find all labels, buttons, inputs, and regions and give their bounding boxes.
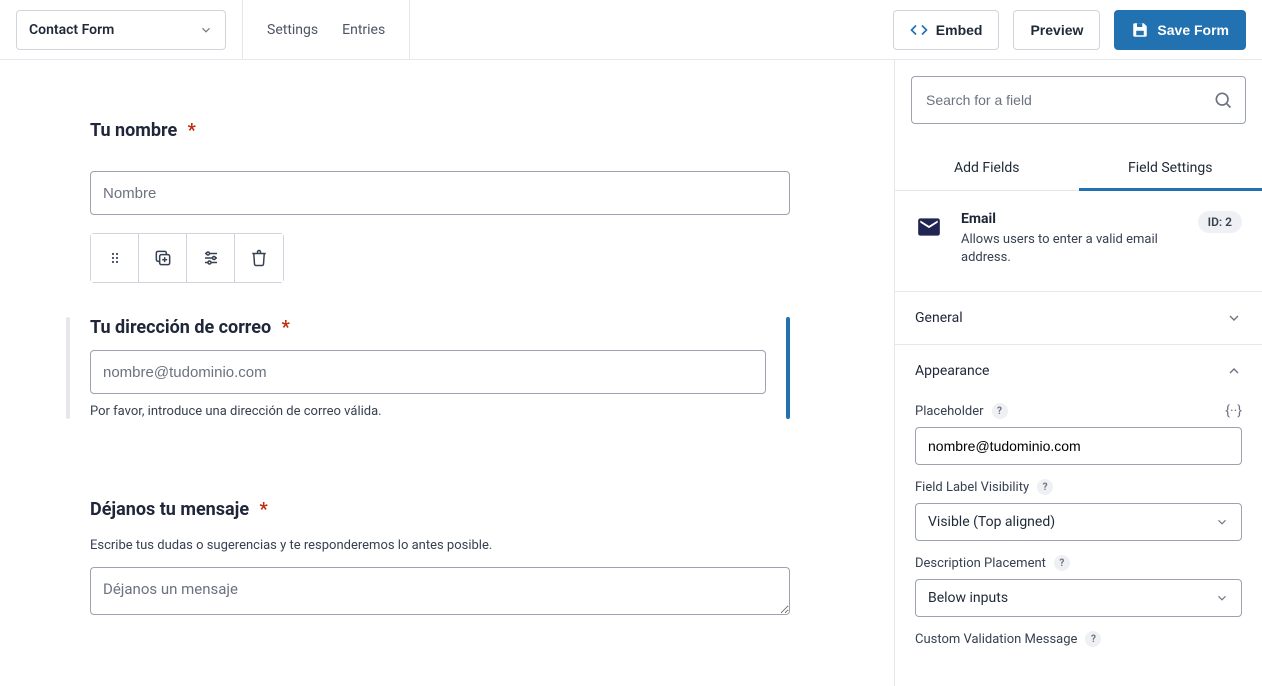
field-id-badge: ID: 2 (1198, 211, 1242, 233)
field-type-desc: Allows users to enter a valid email addr… (961, 231, 1161, 267)
form-selector[interactable]: Contact Form (16, 10, 226, 50)
section-general: General (895, 292, 1262, 345)
label-visibility-select[interactable]: Visible (Top aligned) (915, 503, 1242, 541)
section-appearance: Appearance Placeholder ? {··} Field Labe… (895, 345, 1262, 667)
code-icon (910, 21, 928, 39)
chevron-down-icon (199, 23, 213, 37)
delete-button[interactable] (235, 234, 283, 282)
preview-button[interactable]: Preview (1013, 10, 1100, 50)
duplicate-button[interactable] (139, 234, 187, 282)
section-appearance-header[interactable]: Appearance (895, 345, 1262, 397)
nav-entries[interactable]: Entries (342, 22, 385, 38)
top-bar: Contact Form Settings Entries Embed Prev… (0, 0, 1262, 60)
drag-button[interactable] (91, 234, 139, 282)
search-input[interactable] (924, 91, 1213, 109)
help-icon[interactable]: ? (1054, 555, 1070, 571)
desc-placement-select[interactable]: Below inputs (915, 579, 1242, 617)
sidebar-tabs: Add Fields Field Settings (895, 148, 1262, 191)
field-help: Escribe tus dudas o sugerencias y te res… (90, 538, 790, 553)
select-value: Visible (Top aligned) (928, 514, 1055, 530)
label-visibility-label-row: Field Label Visibility ? (915, 479, 1242, 495)
field-name[interactable]: Tu nombre * (90, 120, 790, 283)
email-icon (915, 213, 943, 241)
save-button[interactable]: Save Form (1114, 10, 1246, 50)
setting-label-text: Placeholder (915, 404, 984, 419)
help-icon[interactable]: ? (1037, 479, 1053, 495)
setting-label-text: Field Label Visibility (915, 480, 1029, 495)
top-bar-actions: Embed Preview Save Form (893, 10, 1246, 50)
form-canvas: Tu nombre * Tu di (0, 60, 894, 686)
top-nav: Settings Entries (267, 22, 385, 38)
required-asterisk: * (260, 499, 268, 520)
custom-validation-label-row: Custom Validation Message ? (915, 631, 1242, 647)
divider (409, 0, 410, 60)
settings-button[interactable] (187, 234, 235, 282)
tab-field-settings[interactable]: Field Settings (1079, 148, 1262, 190)
field-identity: Email Allows users to enter a valid emai… (895, 191, 1262, 292)
field-label: Déjanos tu mensaje * (90, 499, 790, 520)
help-icon[interactable]: ? (1085, 631, 1101, 647)
field-email[interactable]: Tu dirección de correo * Por favor, intr… (66, 317, 766, 419)
section-title: General (915, 310, 963, 326)
field-label: Tu dirección de correo * (90, 317, 766, 338)
divider (242, 0, 243, 60)
sliders-icon (202, 249, 220, 267)
email-input[interactable] (90, 350, 766, 394)
search-box[interactable] (911, 76, 1246, 124)
name-input[interactable] (90, 171, 790, 215)
chevron-down-icon (1215, 591, 1229, 605)
field-label-text: Tu nombre (90, 120, 177, 141)
embed-label: Embed (936, 22, 983, 38)
save-icon (1131, 21, 1149, 39)
preview-label: Preview (1030, 22, 1083, 38)
trash-icon (250, 249, 268, 267)
embed-button[interactable]: Embed (893, 10, 1000, 50)
chevron-up-icon (1226, 363, 1242, 379)
field-toolbar (90, 233, 284, 283)
section-general-header[interactable]: General (895, 292, 1262, 344)
field-type-title: Email (961, 211, 1180, 227)
chevron-down-icon (1226, 310, 1242, 326)
section-appearance-body: Placeholder ? {··} Field Label Visibilit… (895, 397, 1262, 667)
placeholder-label-row: Placeholder ? {··} (915, 403, 1242, 419)
required-asterisk: * (282, 317, 290, 338)
field-message[interactable]: Déjanos tu mensaje * Escribe tus dudas o… (90, 499, 790, 619)
desc-placement-label-row: Description Placement ? (915, 555, 1242, 571)
drag-icon (107, 250, 123, 266)
help-icon[interactable]: ? (992, 403, 1008, 419)
chevron-down-icon (1215, 515, 1229, 529)
nav-settings[interactable]: Settings (267, 22, 318, 38)
required-asterisk: * (188, 120, 196, 141)
field-label-text: Déjanos tu mensaje (90, 499, 249, 520)
setting-label-text: Custom Validation Message (915, 632, 1077, 647)
select-value: Below inputs (928, 590, 1008, 606)
field-settings-sidebar: Add Fields Field Settings Email Allows u… (894, 60, 1262, 686)
merge-tag-button[interactable]: {··} (1225, 403, 1242, 419)
field-description: Por favor, introduce una dirección de co… (90, 404, 766, 419)
save-label: Save Form (1157, 22, 1229, 38)
message-textarea[interactable] (90, 567, 790, 615)
search-icon (1213, 90, 1233, 110)
duplicate-icon (153, 248, 173, 268)
field-label-text: Tu dirección de correo (90, 317, 271, 338)
section-title: Appearance (915, 363, 989, 379)
field-label: Tu nombre * (90, 120, 790, 141)
placeholder-input[interactable] (915, 427, 1242, 465)
tab-add-fields[interactable]: Add Fields (895, 148, 1079, 190)
form-selector-label: Contact Form (29, 22, 114, 38)
setting-label-text: Description Placement (915, 556, 1046, 571)
